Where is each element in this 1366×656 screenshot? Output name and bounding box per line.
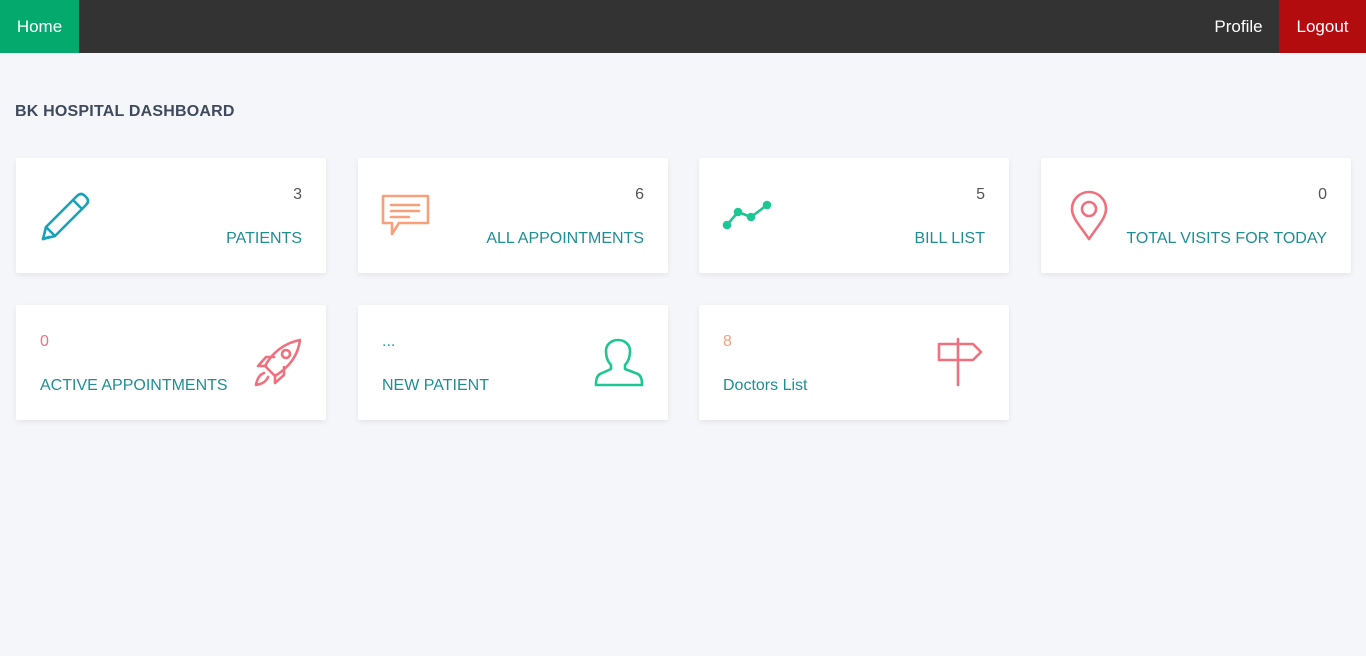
nav-home-link[interactable]: Home [0, 0, 79, 53]
card-patients[interactable]: 3 PATIENTS [16, 158, 326, 273]
card-doctors-list[interactable]: 8 Doctors List [699, 305, 1009, 420]
nav-profile-link[interactable]: Profile [1198, 0, 1279, 53]
pencil-icon [40, 190, 92, 242]
all-appointments-count: 6 [635, 186, 644, 203]
top-navbar: Home Profile Logout [0, 0, 1366, 53]
signpost-icon [937, 337, 983, 389]
card-new-patient[interactable]: ... NEW PATIENT [358, 305, 668, 420]
user-icon [594, 338, 644, 388]
all-appointments-label: ALL APPOINTMENTS [486, 230, 644, 247]
nav-logout-link[interactable]: Logout [1279, 0, 1366, 53]
map-pin-icon [1070, 190, 1110, 242]
chart-line-icon [722, 200, 772, 230]
patients-count: 3 [293, 186, 302, 203]
doctors-list-count: 8 [723, 333, 732, 350]
card-all-appointments[interactable]: 6 ALL APPOINTMENTS [358, 158, 668, 273]
chat-icon [381, 193, 431, 237]
total-visits-count: 0 [1318, 186, 1327, 203]
active-appointments-count: 0 [40, 333, 49, 350]
page-title: BK HOSPITAL DASHBOARD [15, 103, 235, 120]
card-active-appointments[interactable]: 0 ACTIVE APPOINTMENTS [16, 305, 326, 420]
rocket-icon [252, 337, 304, 389]
card-bill-list[interactable]: 5 BILL LIST [699, 158, 1009, 273]
bill-list-label: BILL LIST [914, 230, 985, 247]
new-patient-label: NEW PATIENT [382, 377, 489, 394]
doctors-list-label: Doctors List [723, 377, 808, 394]
active-appointments-label: ACTIVE APPOINTMENTS [40, 377, 228, 394]
bill-list-count: 5 [976, 186, 985, 203]
new-patient-count: ... [382, 333, 396, 350]
total-visits-label: TOTAL VISITS FOR TODAY [1126, 230, 1327, 247]
card-total-visits[interactable]: 0 TOTAL VISITS FOR TODAY [1041, 158, 1351, 273]
patients-label: PATIENTS [226, 230, 302, 247]
